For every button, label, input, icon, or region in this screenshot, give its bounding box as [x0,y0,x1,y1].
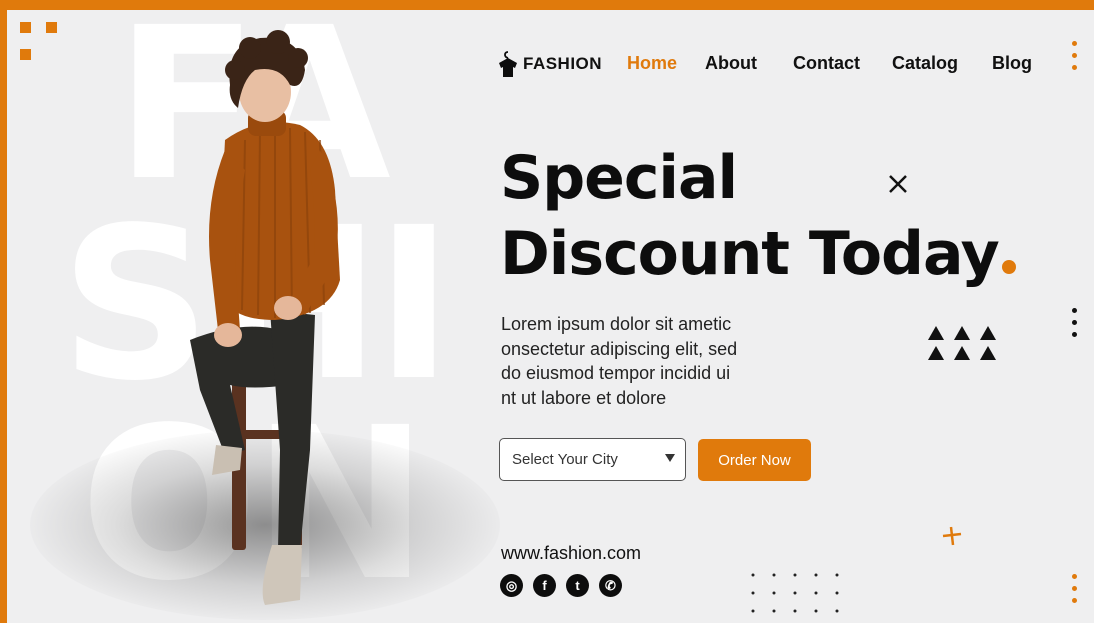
dot-grid-decoration [751,573,839,613]
dropdown-arrow-icon [665,454,675,462]
description-line: nt ut labore et dolore [501,387,667,408]
city-select-value: Select Your City [512,451,618,468]
top-navigation: FASHION [497,44,602,84]
instagram-icon[interactable]: ◎ [500,574,523,597]
nav-catalog[interactable]: Catalog [892,53,958,74]
hero-description: Lorem ipsum dolor sit ametic onsectetur … [501,312,786,410]
brand-name: FASHION [523,54,603,73]
orange-dots-bottom-decoration [1072,574,1077,610]
order-now-button[interactable]: Order Now [698,439,811,481]
nav-home[interactable]: Home [627,53,677,74]
hanger-shirt-icon [499,51,517,77]
whatsapp-icon[interactable]: ✆ [599,574,622,597]
description-line: Lorem ipsum dolor sit ametic [501,314,732,334]
website-url[interactable]: www.fashion.com [501,543,641,564]
hero-headline: Special Discount Today [500,140,1016,292]
model-photo [190,30,340,605]
headline-line-2: Discount Today [500,219,1000,289]
triangles-decoration [928,326,996,360]
headline-line-1: Special [500,143,738,213]
plus-icon [942,526,962,546]
nav-about[interactable]: About [705,53,757,74]
brand-logo[interactable]: FASHION [497,50,602,78]
twitter-icon[interactable]: t [566,574,589,597]
city-select[interactable]: Select Your City [499,438,686,481]
orange-dots-top-decoration [1072,41,1077,77]
black-dots-mid-decoration [1072,308,1077,344]
headline-accent-dot [1001,260,1016,274]
social-links: ◎ f t ✆ [500,574,622,597]
nav-contact[interactable]: Contact [793,53,860,74]
cross-icon [889,175,907,193]
facebook-icon[interactable]: f [533,574,556,597]
nav-blog[interactable]: Blog [992,53,1032,74]
description-line: onsectetur adipiscing elit, sed [501,338,738,359]
left-accent-border [0,0,7,623]
description-line: do eiusmod tempor incidid ui [501,363,731,383]
